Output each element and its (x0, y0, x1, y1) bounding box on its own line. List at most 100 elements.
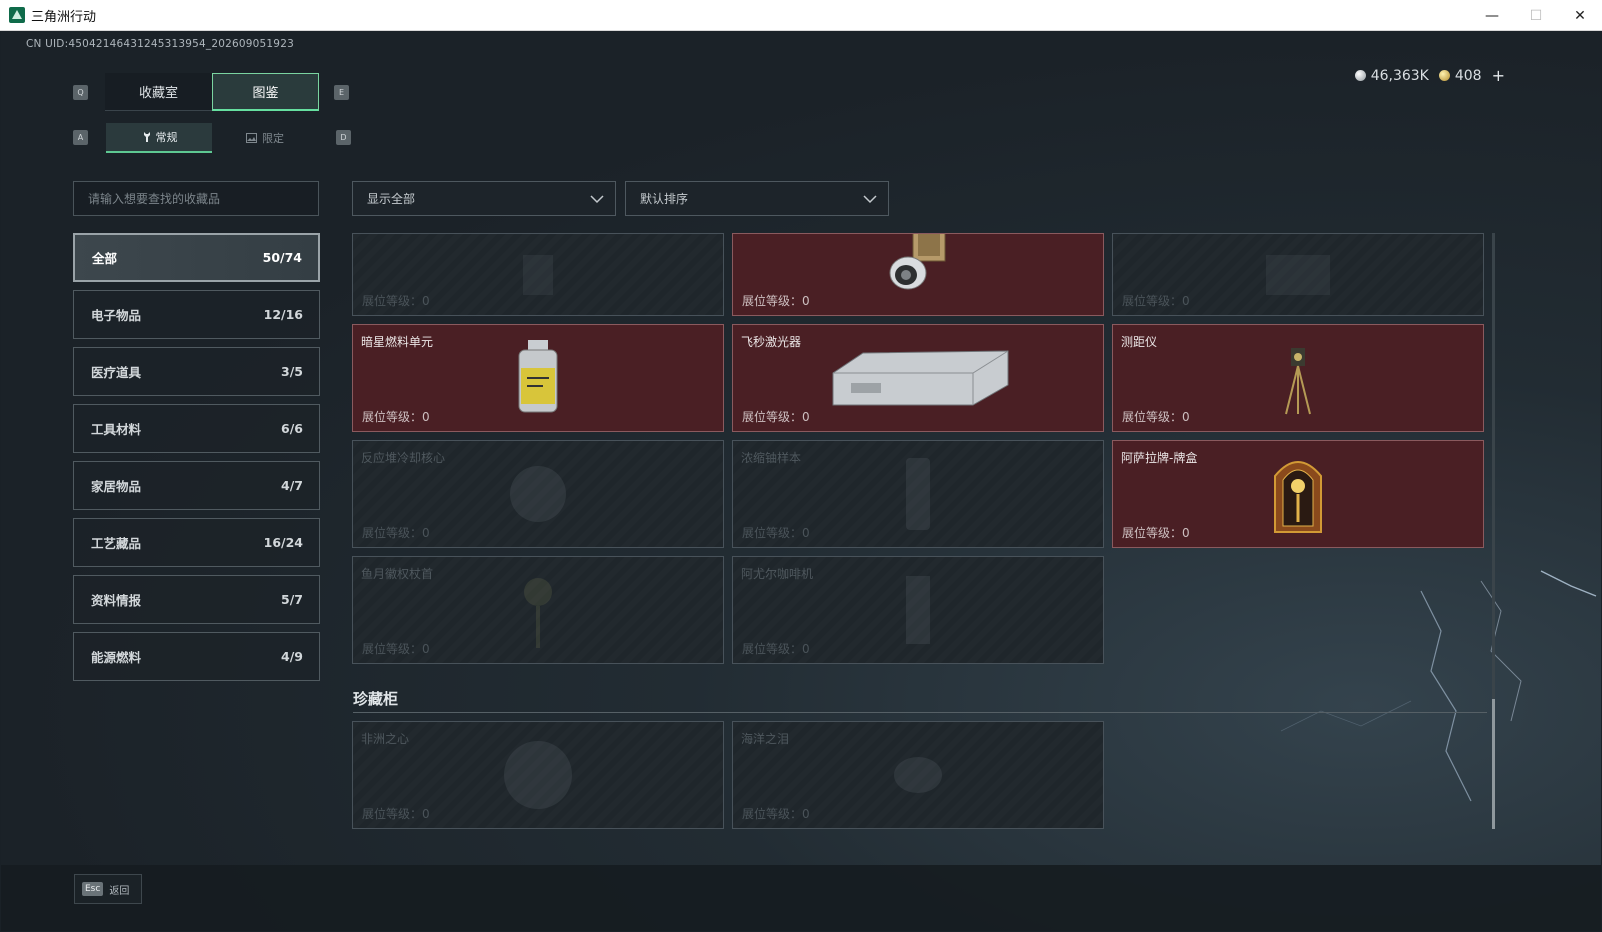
back-button[interactable]: Esc 返回 (74, 874, 142, 904)
tear-of-ocean-item-art (894, 757, 942, 793)
camera-lens-item-art (889, 234, 946, 290)
show-filter-dropdown[interactable]: 显示全部 (352, 181, 616, 216)
item-name: 鱼月徽权杖首 (361, 567, 434, 581)
close-button[interactable]: ✕ (1558, 0, 1602, 31)
window-title: 三角洲行动 (31, 9, 97, 25)
maximize-button[interactable]: ☐ (1514, 0, 1558, 31)
key-hint-q: Q (73, 85, 88, 100)
item-level: 展位等级：0 (362, 410, 430, 424)
grid-scrollbar[interactable] (1492, 233, 1495, 829)
gold-coin-icon (1438, 69, 1450, 81)
item-level: 展位等级：0 (1122, 410, 1190, 424)
key-hint-e: E (334, 85, 349, 100)
minimize-button[interactable]: — (1470, 0, 1514, 31)
heart-of-africa-item-art (504, 741, 572, 809)
item-name: 阿尤尔咖啡机 (741, 567, 814, 581)
category-label: 能源燃料 (91, 650, 142, 665)
category-tools[interactable]: 工具材料 6/6 (73, 404, 320, 453)
item-level: 展位等级：0 (1122, 526, 1190, 540)
category-count: 6/6 (281, 421, 303, 436)
key-hint-d: D (336, 130, 351, 145)
lightning-background-art (1280, 570, 1597, 802)
cabinet-item-card[interactable]: 海洋之泪 展位等级：0 (732, 721, 1104, 829)
rangefinder-tripod-item-art (1285, 348, 1311, 415)
category-count: 4/9 (281, 649, 303, 664)
item-name: 非洲之心 (361, 732, 410, 746)
show-filter-value: 显示全部 (367, 192, 416, 206)
item-card[interactable]: 浓缩铀样本 展位等级：0 (732, 440, 1104, 548)
item-level: 展位等级：0 (362, 526, 430, 540)
category-count: 5/7 (281, 592, 303, 607)
category-count: 50/74 (262, 250, 302, 265)
category-label: 电子物品 (91, 308, 142, 323)
category-all[interactable]: 全部 50/74 (73, 233, 320, 282)
wrench-icon (143, 132, 150, 142)
category-fuel[interactable]: 能源燃料 4/9 (73, 632, 320, 681)
item-card[interactable]: 展位等级：0 (1112, 233, 1484, 316)
reactor-core-item-art (510, 466, 566, 522)
category-label: 家居物品 (91, 479, 142, 494)
item-card[interactable]: 鱼月徽权杖首 展位等级：0 (352, 556, 724, 664)
category-count: 16/24 (263, 535, 303, 550)
card-box-item-art (1274, 461, 1322, 533)
bottom-bar (1, 865, 1601, 931)
silver-currency: 46,363K (1354, 68, 1429, 84)
item-level: 展位等级：0 (742, 294, 810, 308)
player-uid: CN UID:450421464312453139​54_20260905192… (26, 38, 294, 50)
item-card[interactable]: 反应堆冷却核心 展位等级：0 (352, 440, 724, 548)
item-name: 反应堆冷却核心 (361, 451, 446, 465)
category-medical[interactable]: 医疗道具 3/5 (73, 347, 320, 396)
cabinet-item-card[interactable]: 非洲之心 展位等级：0 (352, 721, 724, 829)
back-label: 返回 (109, 885, 130, 897)
scrollbar-thumb[interactable] (1492, 699, 1495, 829)
window-controls: — ☐ ✕ (1470, 0, 1602, 31)
laser-device-item-art (832, 350, 1009, 406)
category-crafts[interactable]: 工艺藏品 16/24 (73, 518, 320, 567)
subtab-regular[interactable]: 常规 (106, 123, 212, 153)
subtab-limited[interactable]: 限定 (212, 123, 318, 153)
section-divider (353, 712, 1487, 713)
tab-codex[interactable]: 图鉴 (212, 73, 319, 111)
subtab-regular-label: 常规 (155, 131, 178, 144)
subtab-limited-label: 限定 (262, 132, 284, 145)
unknown-item-art (1266, 254, 1330, 295)
image-icon (246, 133, 257, 143)
item-level: 展位等级：0 (1122, 294, 1190, 308)
item-card[interactable]: 阿尤尔咖啡机 展位等级：0 (732, 556, 1104, 664)
key-hint-a: A (73, 130, 88, 145)
collection-search-input[interactable] (73, 181, 319, 216)
uranium-sample-item-art (906, 458, 930, 530)
item-level: 展位等级：0 (362, 294, 430, 308)
unknown-item-art (523, 254, 553, 295)
item-name: 暗星燃料单元 (361, 335, 434, 349)
category-count: 4/7 (281, 478, 303, 493)
category-label: 工艺藏品 (91, 536, 142, 551)
cabinet-section-title: 珍藏柜 (353, 690, 399, 708)
item-name: 飞秒激光器 (741, 335, 802, 349)
chevron-down-icon (590, 195, 604, 204)
item-level: 展位等级：0 (742, 410, 810, 424)
sort-dropdown[interactable]: 默认排序 (625, 181, 889, 216)
item-name: 海洋之泪 (741, 732, 790, 746)
item-name: 浓缩铀样本 (741, 451, 802, 465)
silver-coin-icon (1354, 69, 1366, 81)
category-label: 资料情报 (91, 593, 142, 608)
category-intel[interactable]: 资料情报 5/7 (73, 575, 320, 624)
delta-force-app-icon (9, 7, 25, 23)
add-currency-button[interactable]: + (1492, 66, 1505, 85)
window-titlebar: 三角洲行动 — ☐ ✕ (0, 0, 1602, 31)
item-card[interactable]: 展位等级：0 (732, 233, 1104, 316)
gold-amount: 408 (1454, 67, 1482, 84)
item-card[interactable]: 暗星燃料单元 展位等级：0 (352, 324, 724, 432)
fuel-canister-item-art (518, 340, 558, 413)
category-electronics[interactable]: 电子物品 12/16 (73, 290, 320, 339)
item-card[interactable]: 测距仪 展位等级：0 (1112, 324, 1484, 432)
category-household[interactable]: 家居物品 4/7 (73, 461, 320, 510)
item-card[interactable]: 阿萨拉牌-牌盒 展位等级：0 (1112, 440, 1484, 548)
item-card[interactable]: 展位等级：0 (352, 233, 724, 316)
tab-collection-room[interactable]: 收藏室 (105, 73, 212, 111)
item-level: 展位等级：0 (362, 807, 430, 821)
gold-currency: 408 (1438, 67, 1482, 84)
item-name: 阿萨拉牌-牌盒 (1121, 451, 1198, 465)
item-card[interactable]: 飞秒激光器 展位等级：0 (732, 324, 1104, 432)
